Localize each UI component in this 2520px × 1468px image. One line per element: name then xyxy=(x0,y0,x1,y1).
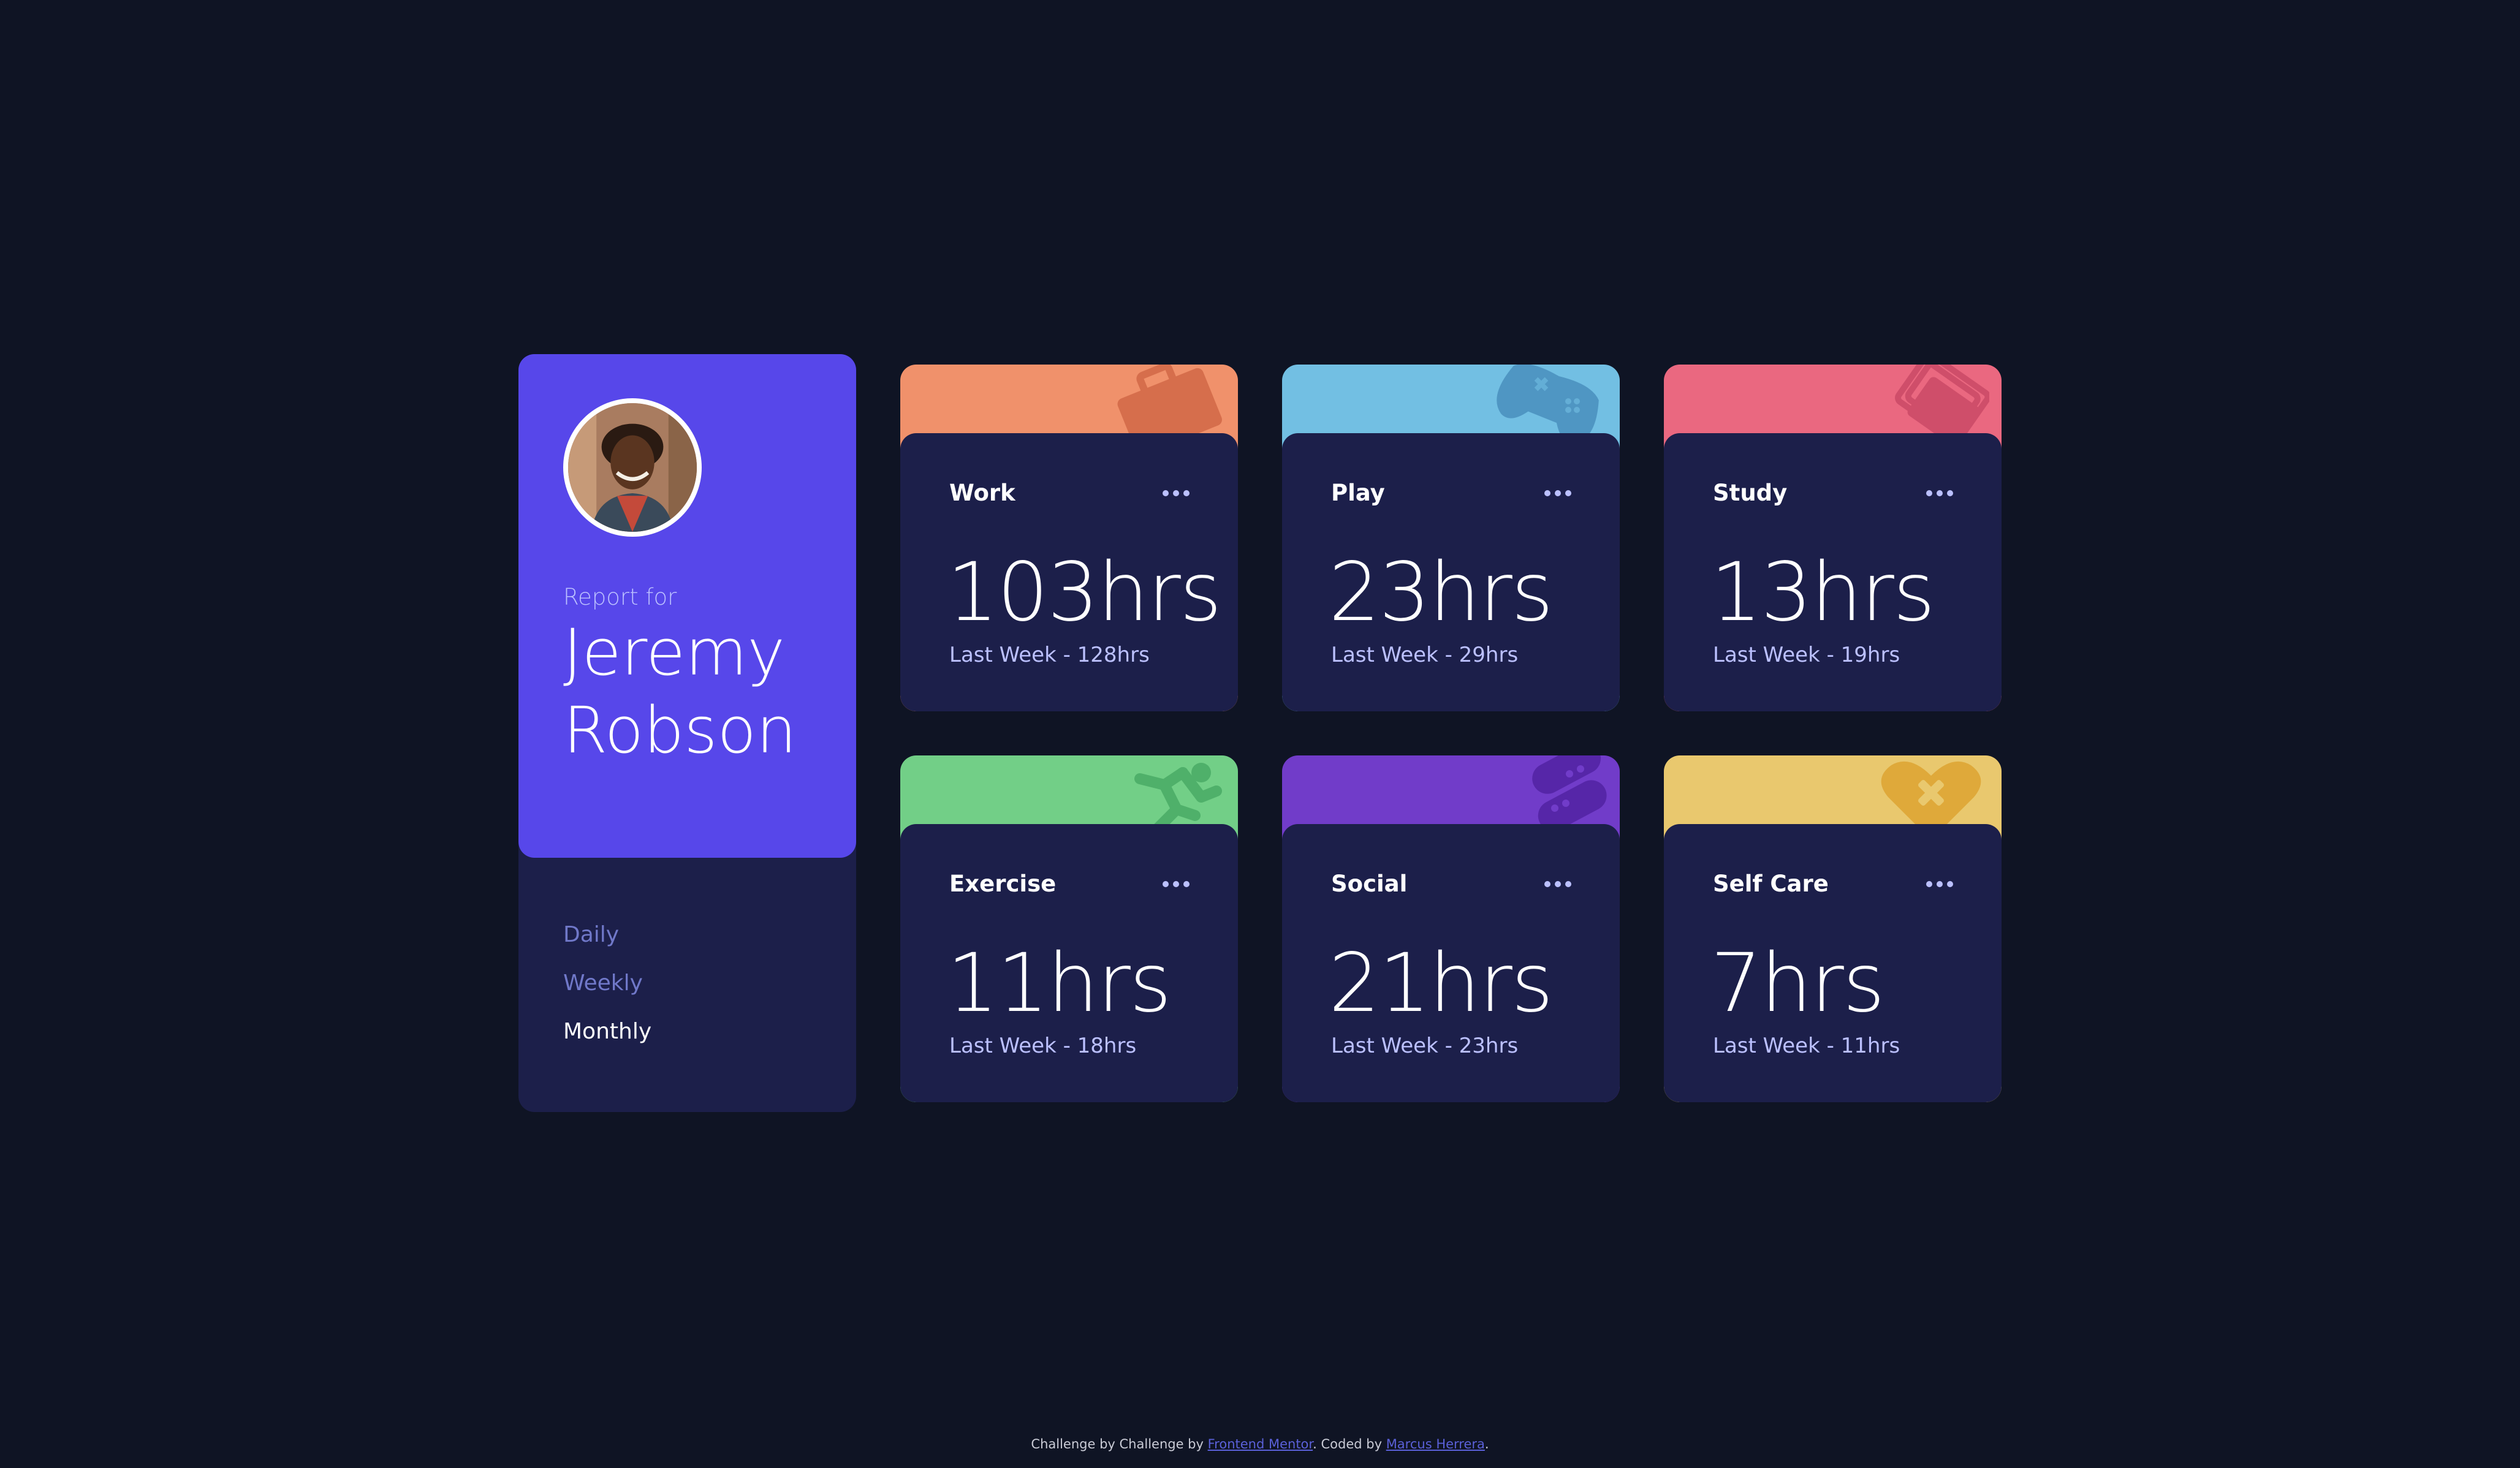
previous-hours: Last Week - 29hrs xyxy=(1331,643,1519,667)
timeframe-daily[interactable]: Daily xyxy=(563,923,651,971)
card-title: Work xyxy=(949,480,1015,506)
gamepad-icon xyxy=(1491,365,1607,443)
footer-prefix: Challenge by Challenge by xyxy=(1031,1437,1208,1451)
card-study-body[interactable]: Study 13hrs Last Week - 19hrs xyxy=(1664,433,2002,711)
card-title: Exercise xyxy=(949,871,1057,897)
card-work-body[interactable]: Work 103hrs Last Week - 128hrs xyxy=(900,433,1238,711)
timeframe-monthly[interactable]: Monthly xyxy=(563,1020,651,1068)
frontend-mentor-link[interactable]: Frontend Mentor xyxy=(1208,1437,1313,1451)
ellipsis-icon[interactable] xyxy=(1544,486,1572,501)
current-hours: 7hrs xyxy=(1710,936,1885,1031)
previous-hours: Last Week - 128hrs xyxy=(949,643,1150,667)
heart-plus-icon xyxy=(1873,755,1989,834)
footer-suffix: . xyxy=(1484,1437,1489,1451)
attribution-footer: Challenge by Challenge by Frontend Mento… xyxy=(0,1437,2520,1451)
ellipsis-icon[interactable] xyxy=(1926,486,1954,501)
current-hours: 103hrs xyxy=(947,545,1222,640)
books-icon xyxy=(1873,365,1989,443)
timeframe-weekly[interactable]: Weekly xyxy=(563,971,651,1020)
card-self-care-body[interactable]: Self Care 7hrs Last Week - 11hrs xyxy=(1664,824,2002,1102)
footer-middle: . Coded by xyxy=(1313,1437,1386,1451)
card-play: Play 23hrs Last Week - 29hrs xyxy=(1282,365,1620,711)
card-self-care: Self Care 7hrs Last Week - 11hrs xyxy=(1664,755,2002,1102)
author-link[interactable]: Marcus Herrera xyxy=(1386,1437,1485,1451)
current-hours: 13hrs xyxy=(1710,545,1935,640)
briefcase-icon xyxy=(1109,365,1226,443)
ellipsis-icon[interactable] xyxy=(1544,877,1572,891)
card-work: Work 103hrs Last Week - 128hrs xyxy=(900,365,1238,711)
current-hours: 23hrs xyxy=(1329,545,1554,640)
current-hours: 11hrs xyxy=(947,936,1172,1031)
ellipsis-icon[interactable] xyxy=(1162,877,1190,891)
card-title: Social xyxy=(1331,871,1408,897)
current-hours: 21hrs xyxy=(1329,936,1554,1031)
previous-hours: Last Week - 23hrs xyxy=(1331,1034,1519,1058)
card-social: Social 21hrs Last Week - 23hrs xyxy=(1282,755,1620,1102)
runner-icon xyxy=(1109,755,1226,834)
previous-hours: Last Week - 19hrs xyxy=(1713,643,1900,667)
timeframe-selector: Daily Weekly Monthly xyxy=(563,923,651,1068)
avatar xyxy=(563,398,702,537)
ellipsis-icon[interactable] xyxy=(1162,486,1190,501)
card-study: Study 13hrs Last Week - 19hrs xyxy=(1664,365,2002,711)
card-exercise: Exercise 11hrs Last Week - 18hrs xyxy=(900,755,1238,1102)
previous-hours: Last Week - 11hrs xyxy=(1713,1034,1900,1058)
chat-bubbles-icon xyxy=(1491,755,1607,834)
card-title: Play xyxy=(1331,480,1385,506)
profile-header: Report for Jeremy Robson xyxy=(518,354,856,858)
card-title: Study xyxy=(1713,480,1788,506)
avatar-image xyxy=(568,403,697,532)
profile-card: Report for Jeremy Robson Daily Weekly Mo… xyxy=(518,354,856,1112)
ellipsis-icon[interactable] xyxy=(1926,877,1954,891)
card-title: Self Care xyxy=(1713,871,1829,897)
report-for-label: Report for xyxy=(563,584,677,610)
previous-hours: Last Week - 18hrs xyxy=(949,1034,1137,1058)
user-name: Jeremy Robson xyxy=(563,615,797,768)
card-social-body[interactable]: Social 21hrs Last Week - 23hrs xyxy=(1282,824,1620,1102)
card-exercise-body[interactable]: Exercise 11hrs Last Week - 18hrs xyxy=(900,824,1238,1102)
card-play-body[interactable]: Play 23hrs Last Week - 29hrs xyxy=(1282,433,1620,711)
